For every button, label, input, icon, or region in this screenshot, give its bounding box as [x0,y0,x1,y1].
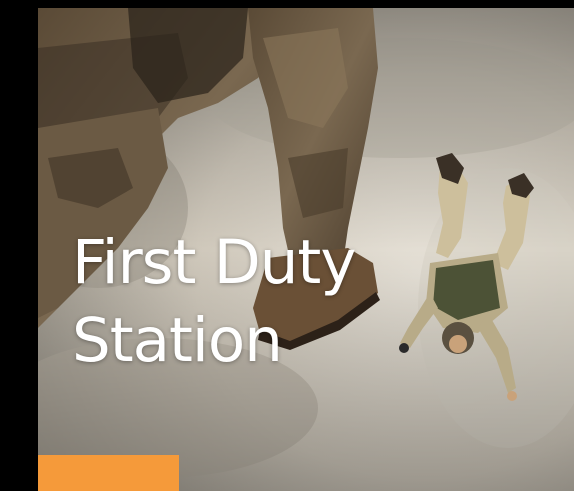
title-line-2: Station [72,305,283,376]
feature-card[interactable]: First Duty Station [0,0,574,491]
card-title: First Duty Station [72,224,432,380]
title-line-1: First Duty [72,227,356,298]
top-border [0,0,574,8]
left-border [0,0,38,491]
accent-bar [38,455,179,491]
